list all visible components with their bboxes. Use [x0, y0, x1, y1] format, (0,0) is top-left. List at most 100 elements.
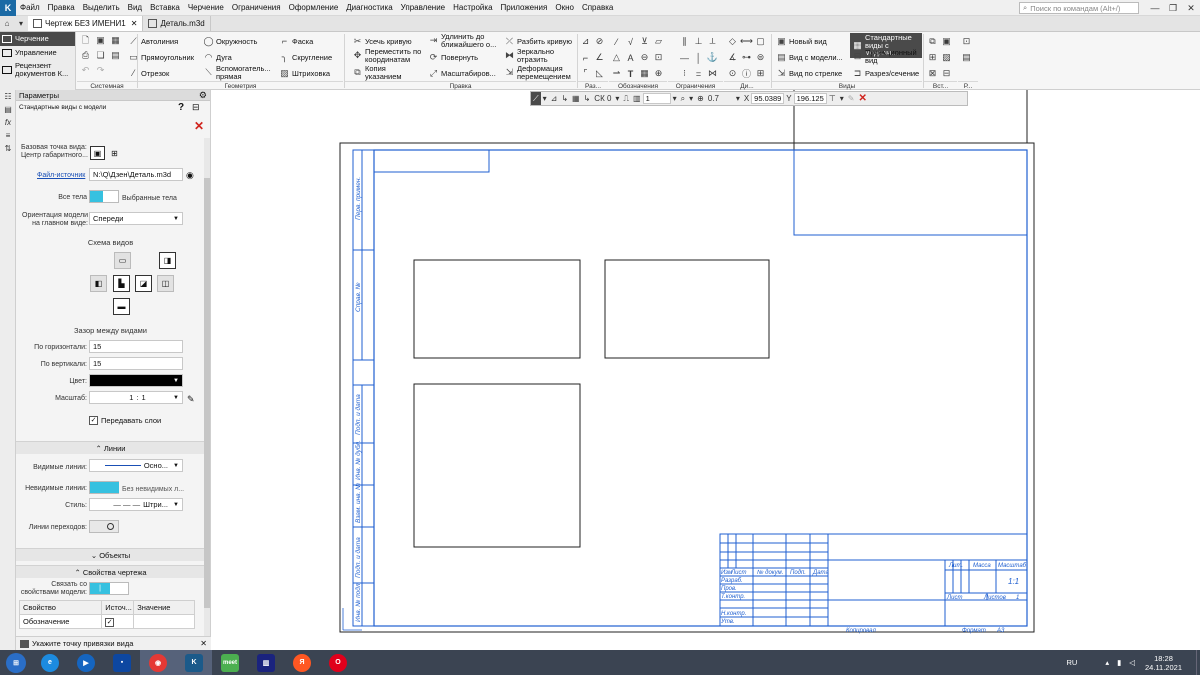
chevron-down-icon[interactable]: ▾	[613, 92, 621, 105]
snap-toggle-icon[interactable]: ⟋	[531, 92, 541, 105]
scheme-back-view-button[interactable]: ◫	[157, 275, 174, 292]
report-export-icon[interactable]: ⊡	[961, 36, 972, 47]
linear-dim-icon[interactable]: ⌐	[580, 52, 591, 63]
params-scrollbar[interactable]	[204, 138, 210, 650]
gap-h-input[interactable]: 15	[89, 340, 183, 353]
params-panel-icon[interactable]: ▤	[0, 103, 16, 116]
tab-close-icon[interactable]: ✕	[131, 19, 138, 28]
scheme-left-view-button[interactable]: ◧	[90, 275, 107, 292]
taskbar-media[interactable]: ▶	[68, 650, 104, 675]
menu-window[interactable]: Окно	[551, 0, 578, 16]
angle-dim-icon[interactable]: ∠	[594, 52, 605, 63]
taskbar-chrome[interactable]: ◉	[140, 650, 176, 675]
scheme-iso-view-button[interactable]: ◨	[159, 252, 176, 269]
perpendicular-icon[interactable]: ⊥	[693, 36, 704, 47]
arrow-icon[interactable]: ⇀	[611, 68, 622, 79]
arrow-view-button[interactable]: ⇲ Вид по стрелке	[776, 68, 842, 79]
tangent-icon[interactable]: ⟂	[707, 36, 718, 47]
table-icon[interactable]: ▦	[639, 68, 650, 79]
tab-list-dropdown-icon[interactable]: ▾	[14, 17, 28, 31]
taskbar-save[interactable]: ▪	[104, 650, 140, 675]
new-doc-icon[interactable]: 🗋	[80, 35, 91, 46]
taskbar-vscode[interactable]: ▥	[248, 650, 284, 675]
zoom-window-icon[interactable]: ⌕	[679, 92, 687, 105]
taskbar-ie[interactable]: e	[32, 650, 68, 675]
link-props-toggle[interactable]: |	[89, 582, 129, 595]
distance-icon[interactable]: ⟷	[740, 36, 753, 47]
undo-icon[interactable]: ↶	[80, 65, 91, 76]
zoom-value[interactable]: 0.7	[706, 92, 734, 105]
mirror-button[interactable]: ⧓ Зеркально отразить	[504, 48, 574, 63]
radial-dim-icon[interactable]: ⌜	[580, 68, 591, 79]
area-icon[interactable]: ▢	[755, 36, 766, 47]
cs-value[interactable]: СК 0	[592, 92, 613, 105]
rectangle-button[interactable]: ▭ Прямоугольник	[128, 52, 194, 63]
chevron-down-icon[interactable]: ▾	[734, 92, 742, 105]
save-icon[interactable]: ▦	[110, 35, 121, 46]
cs-icon[interactable]: ↳	[582, 92, 593, 105]
rotate-button[interactable]: ⟳ Повернуть	[428, 52, 478, 63]
zoom-icon[interactable]: ⊕	[695, 92, 706, 105]
layer-field[interactable]: 1	[642, 93, 671, 104]
local-cs-icon[interactable]: ↳	[559, 92, 570, 105]
scale-select[interactable]: 1 : 1 ▼	[89, 391, 183, 404]
copy-icon[interactable]: ❏	[95, 50, 106, 61]
bodies-toggle[interactable]	[89, 190, 119, 203]
show-desktop-button[interactable]	[1196, 650, 1200, 675]
line-style-select[interactable]: — — — Штри... ▼	[89, 498, 183, 511]
roughness-icon[interactable]: √	[625, 36, 636, 47]
menu-edit[interactable]: Правка	[44, 0, 79, 16]
menu-settings[interactable]: Настройка	[449, 0, 496, 16]
fillet-button[interactable]: ╮ Скругление	[279, 52, 332, 63]
menu-select[interactable]: Выделить	[79, 0, 124, 16]
leader-icon[interactable]: ⁄	[611, 36, 622, 47]
position-icon[interactable]: △	[611, 52, 622, 63]
taskbar-opera[interactable]: O	[320, 650, 356, 675]
mass-icon[interactable]: ⊜	[755, 52, 766, 63]
scheme-top-view-button[interactable]: ▭	[114, 252, 131, 269]
length-icon[interactable]: ⊶	[741, 52, 752, 63]
arc-dim-icon[interactable]: ◺	[594, 68, 605, 79]
tab-drawing[interactable]: Чертеж БЕЗ ИМЕНИ1 ✕	[28, 16, 144, 31]
mode-manage[interactable]: Управление	[0, 46, 75, 60]
dimensions-list-icon[interactable]: ⇅	[0, 142, 16, 155]
insert-image-icon[interactable]: ▣	[941, 36, 952, 47]
menu-constraints[interactable]: Ограничения	[228, 0, 285, 16]
trim-curve-button[interactable]: ✂ Усечь кривую	[352, 36, 412, 47]
insert-picture-icon[interactable]: ▨	[941, 52, 952, 63]
row-source-cell[interactable]: ✓	[101, 614, 135, 629]
x-coord-field[interactable]: 95.0389	[751, 93, 785, 104]
scheme-front-view-button[interactable]: ▙	[113, 275, 130, 292]
dimension-icon[interactable]: ⊿	[580, 36, 591, 47]
menu-insert[interactable]: Вставка	[146, 0, 184, 16]
note-icon[interactable]: A	[625, 52, 636, 63]
weld-icon[interactable]: ⊖	[639, 52, 650, 63]
close-status-icon[interactable]: ✕	[200, 639, 207, 648]
objects-section-header[interactable]: ⌄ Объекты	[16, 548, 205, 561]
pencil-icon[interactable]: ✎	[846, 92, 857, 105]
close-window-icon[interactable]: ✕	[1181, 0, 1200, 16]
hatch-button[interactable]: ▨ Штриховка	[279, 68, 330, 79]
segment-button[interactable]: ⁄ Отрезок	[128, 68, 170, 79]
text-icon[interactable]: T	[625, 68, 636, 79]
symmetry-icon[interactable]: ⋈	[707, 68, 718, 79]
collinear-icon[interactable]: ⁝	[679, 68, 690, 79]
mark-icon[interactable]: ⊡	[653, 52, 664, 63]
chevron-down-icon[interactable]: ▾	[671, 92, 679, 105]
menu-help[interactable]: Справка	[578, 0, 617, 16]
equal-icon[interactable]: =	[693, 68, 704, 79]
tolerance-icon[interactable]: ▱	[653, 36, 664, 47]
mode-reviewer[interactable]: Рецензент документов К...	[0, 60, 75, 80]
arc-button[interactable]: ◠ Дуга	[203, 52, 232, 63]
circle-button[interactable]: ◯ Окружность	[203, 36, 257, 47]
language-indicator[interactable]: RU	[1066, 658, 1077, 667]
gear-icon[interactable]: ⚙	[199, 90, 207, 101]
layer-icon[interactable]: ▥	[631, 92, 643, 105]
split-curve-button[interactable]: ⤫ Разбить кривую	[504, 36, 572, 47]
params-scroll-thumb[interactable]	[204, 178, 210, 608]
chamfer-button[interactable]: ⌐ Фаска	[279, 36, 313, 47]
base-icon[interactable]: ⊻	[639, 36, 650, 47]
insert-table-icon[interactable]: ⊟	[941, 68, 952, 79]
row-value[interactable]	[133, 614, 195, 629]
y-coord-field[interactable]: 196.125	[793, 93, 827, 104]
